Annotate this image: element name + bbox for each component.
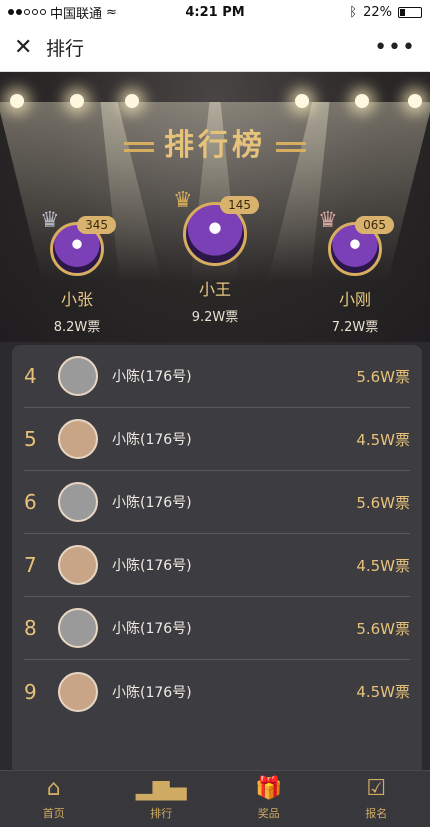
battery-icon bbox=[398, 6, 422, 18]
status-right: ᛒ 22% bbox=[349, 5, 422, 20]
tab-label: 奖品 bbox=[257, 807, 280, 820]
vote-count: 4.5W票 bbox=[356, 683, 410, 701]
podium-avatar-wrap: ♛ 145 bbox=[173, 188, 259, 266]
more-icon[interactable]: ••• bbox=[374, 35, 416, 60]
title-decoration bbox=[276, 141, 306, 152]
bronze-crown-icon: ♛ bbox=[318, 208, 338, 233]
rank-number: 4 bbox=[24, 364, 37, 388]
contestant-name: 小陈(176号) bbox=[112, 621, 192, 637]
avatar bbox=[58, 545, 98, 585]
podium-avatar-wrap: ♛ 345 bbox=[40, 208, 116, 276]
signal-icon bbox=[8, 9, 46, 15]
rank-number: 9 bbox=[24, 679, 37, 704]
spotlight-lamp bbox=[295, 94, 309, 108]
tab-label: 首页 bbox=[42, 807, 65, 820]
vote-count: 4.5W票 bbox=[356, 430, 410, 449]
list-item[interactable]: 5 小陈(176号) 4.5W票 bbox=[24, 408, 410, 471]
spotlight-lamp bbox=[125, 94, 139, 108]
status-bar: 中国联通 ≈ 4:21 PM ᛒ 22% bbox=[0, 0, 430, 24]
contestant-name: 小陈(176号) bbox=[112, 369, 192, 385]
status-left: 中国联通 ≈ bbox=[8, 3, 117, 22]
vote-count: 5.6W票 bbox=[356, 619, 410, 638]
spotlight-lamp bbox=[355, 94, 369, 108]
spotlight-lamp bbox=[10, 94, 24, 108]
gold-crown-icon: ♛ bbox=[173, 188, 193, 213]
spotlight-lamp bbox=[408, 94, 422, 108]
vote-count: 5.6W票 bbox=[356, 493, 410, 512]
list-item[interactable]: 6 小陈(176号) 5.6W票 bbox=[24, 471, 410, 534]
avatar bbox=[58, 356, 98, 396]
list-item[interactable]: 9 小陈(176号) 4.5W票 bbox=[24, 660, 410, 723]
page-title: 排行 bbox=[46, 38, 85, 60]
wifi-icon: ≈ bbox=[106, 4, 117, 20]
avatar bbox=[58, 419, 98, 459]
signup-icon: ☑ bbox=[366, 776, 387, 801]
podium-votes: 9.2W票 bbox=[191, 310, 239, 325]
podium-third[interactable]: ♛ 065 小刚 7.2W票 bbox=[300, 208, 410, 335]
tab-ranking[interactable]: ▂▆▄ 排行 bbox=[108, 771, 216, 827]
avatar bbox=[58, 482, 98, 522]
spotlight-lamp bbox=[70, 94, 84, 108]
podium-second[interactable]: ♛ 345 小张 8.2W票 bbox=[22, 208, 132, 335]
rank-number: 8 bbox=[24, 616, 37, 640]
tab-label: 报名 bbox=[365, 807, 388, 820]
tab-bar: ⌂ 首页 ▂▆▄ 排行 🎁 奖品 ☑ 报名 bbox=[0, 770, 430, 827]
tab-label: 排行 bbox=[150, 807, 173, 820]
podium-name: 小王 bbox=[198, 280, 231, 299]
podium-first[interactable]: ♛ 145 小王 9.2W票 bbox=[160, 188, 270, 325]
contestant-name: 小陈(176号) bbox=[112, 684, 192, 701]
rank-number: 7 bbox=[24, 553, 37, 577]
title-decoration bbox=[124, 141, 154, 152]
podium-avatar-wrap: ♛ 065 bbox=[318, 208, 394, 276]
podium-name: 小刚 bbox=[338, 290, 371, 309]
avatar bbox=[58, 671, 98, 712]
gift-icon: 🎁 bbox=[255, 776, 283, 801]
vote-count: 5.6W票 bbox=[356, 367, 410, 386]
tab-signup[interactable]: ☑ 报名 bbox=[323, 771, 430, 827]
ranking-list: 4 小陈(176号) 5.6W票 5 小陈(176号) 4.5W票 6 小陈(1… bbox=[12, 345, 422, 775]
tab-home[interactable]: ⌂ 首页 bbox=[0, 771, 108, 827]
contestant-name: 小陈(176号) bbox=[112, 558, 192, 574]
ranking-hero: 排行榜 ♛ 345 小张 8.2W票 ♛ 145 小王 9.2W票 ♛ 065 … bbox=[0, 72, 430, 342]
list-item[interactable]: 7 小陈(176号) 4.5W票 bbox=[24, 534, 410, 597]
battery-percent: 22% bbox=[363, 4, 392, 20]
score-badge: 065 bbox=[355, 216, 394, 234]
vote-count: 4.5W票 bbox=[356, 556, 410, 575]
rank-number: 6 bbox=[24, 490, 37, 514]
podium-votes: 7.2W票 bbox=[331, 320, 379, 335]
avatar bbox=[58, 608, 98, 648]
podium-votes: 8.2W票 bbox=[53, 320, 101, 335]
home-icon: ⌂ bbox=[46, 776, 61, 801]
close-icon[interactable]: ✕ bbox=[14, 35, 38, 60]
carrier-label: 中国联通 bbox=[50, 6, 103, 22]
nav-bar: ✕ 排行 ••• bbox=[0, 24, 430, 72]
score-badge: 145 bbox=[220, 196, 259, 214]
list-item[interactable]: 4 小陈(176号) 5.6W票 bbox=[24, 345, 410, 408]
score-badge: 345 bbox=[77, 216, 116, 234]
leaderboard-title: 排行榜 bbox=[0, 120, 430, 164]
podium-name: 小张 bbox=[60, 290, 93, 309]
tab-prizes[interactable]: 🎁 奖品 bbox=[215, 771, 323, 827]
silver-crown-icon: ♛ bbox=[40, 208, 60, 233]
list-item[interactable]: 8 小陈(176号) 5.6W票 bbox=[24, 597, 410, 660]
ranking-icon: ▂▆▄ bbox=[135, 776, 187, 801]
contestant-name: 小陈(176号) bbox=[112, 495, 192, 511]
rank-number: 5 bbox=[24, 427, 37, 451]
contestant-name: 小陈(176号) bbox=[112, 432, 192, 448]
bluetooth-icon: ᛒ bbox=[349, 4, 358, 20]
